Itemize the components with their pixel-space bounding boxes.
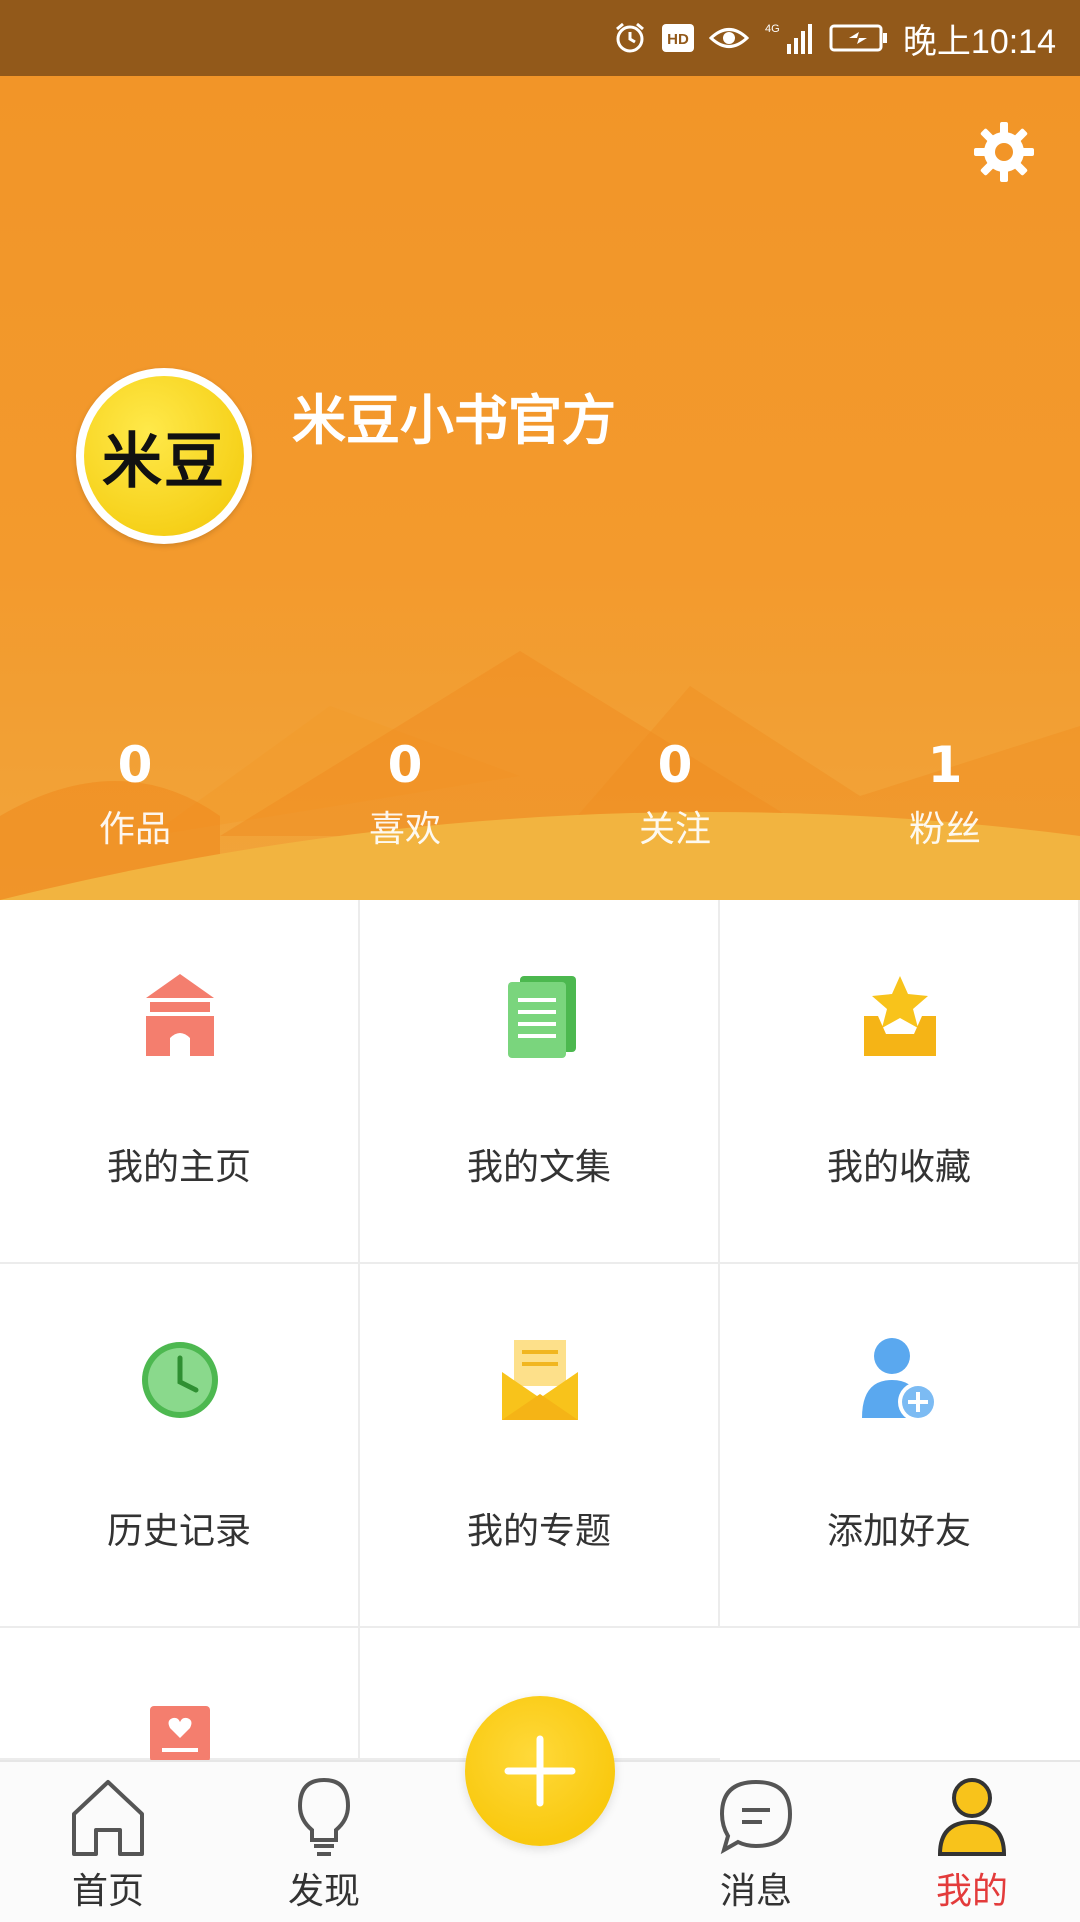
- tab-label: 消息: [719, 1871, 792, 1912]
- stat-followers[interactable]: 1 粉丝: [845, 730, 1045, 860]
- stat-value: 0: [387, 736, 423, 794]
- plus-icon: [504, 1735, 576, 1807]
- avatar-image: 米豆: [84, 376, 244, 536]
- home-building-icon: [146, 974, 214, 1056]
- lightbulb-icon: [297, 1777, 351, 1856]
- documents-icon: [508, 976, 576, 1058]
- stat-value: 0: [657, 736, 693, 794]
- menu-my-collections[interactable]: 我的文集: [360, 900, 720, 1264]
- status-bar: HD 4G 晚上10:14: [0, 0, 1080, 76]
- profile-header: 米豆 米豆小书官方 0 作品 0 喜欢 0 关注 1 粉丝: [0, 76, 1080, 900]
- menu-my-favorites[interactable]: 我的收藏: [720, 900, 1080, 1264]
- stat-value: 1: [927, 736, 963, 794]
- menu-label: 历史记录: [106, 1511, 251, 1552]
- create-fab-button[interactable]: [465, 1696, 615, 1846]
- username[interactable]: 米豆小书官方: [292, 376, 616, 455]
- signal-4g-icon: 4G: [765, 23, 812, 54]
- menu-label: 添加好友: [826, 1511, 971, 1552]
- svg-text:4G: 4G: [765, 23, 780, 35]
- stat-following[interactable]: 0 关注: [575, 730, 775, 860]
- menu-label: 我的主页: [106, 1147, 251, 1188]
- tab-messages[interactable]: 消息: [648, 1762, 864, 1922]
- stat-works[interactable]: 0 作品: [35, 730, 235, 860]
- stat-label: 关注: [638, 809, 711, 850]
- stat-likes[interactable]: 0 喜欢: [305, 730, 505, 860]
- tab-label: 发现: [287, 1871, 360, 1912]
- user-icon: [937, 1778, 1007, 1856]
- message-icon: [719, 1779, 793, 1855]
- tab-home[interactable]: 首页: [0, 1762, 216, 1922]
- status-icons: HD 4G 晚上10:14: [613, 14, 1056, 62]
- add-user-icon: [862, 1338, 938, 1422]
- svg-text:HD: HD: [667, 31, 689, 48]
- settings-gear-icon[interactable]: [972, 120, 1036, 184]
- menu-label: 我的收藏: [826, 1147, 971, 1188]
- home-icon: [72, 1780, 144, 1856]
- menu-label: 我的专题: [466, 1511, 611, 1552]
- menu-history[interactable]: 历史记录: [0, 1264, 360, 1628]
- hd-icon: HD: [661, 24, 694, 52]
- alarm-icon: [615, 22, 644, 53]
- battery-icon: [829, 24, 887, 52]
- tab-mine[interactable]: 我的: [864, 1762, 1080, 1922]
- avatar-text: 米豆: [102, 426, 226, 497]
- menu-label: 我的文集: [466, 1147, 611, 1188]
- eye-icon: [708, 28, 749, 48]
- status-time: 晚上10:14: [902, 22, 1056, 61]
- stat-label: 粉丝: [908, 809, 981, 850]
- menu-grid: 我的主页 我的文集 我的收藏 历史记录 我的专题 添加好友: [0, 900, 1080, 1762]
- tab-label: 首页: [71, 1871, 144, 1912]
- stat-label: 喜欢: [368, 809, 441, 850]
- avatar[interactable]: 米豆: [76, 368, 252, 544]
- stat-label: 作品: [98, 809, 171, 850]
- menu-my-topics[interactable]: 我的专题: [360, 1264, 720, 1628]
- tab-discover[interactable]: 发现: [216, 1762, 432, 1922]
- stat-value: 0: [117, 736, 153, 794]
- envelope-icon: [502, 1340, 578, 1420]
- clock-icon: [142, 1342, 218, 1418]
- tab-label: 我的: [935, 1871, 1008, 1912]
- menu-my-homepage[interactable]: 我的主页: [0, 900, 360, 1264]
- star-tray-icon: [864, 976, 936, 1056]
- stats-row: 0 作品 0 喜欢 0 关注 1 粉丝: [0, 730, 1080, 880]
- menu-add-friends[interactable]: 添加好友: [720, 1264, 1080, 1628]
- menu-extra[interactable]: [0, 1628, 360, 1762]
